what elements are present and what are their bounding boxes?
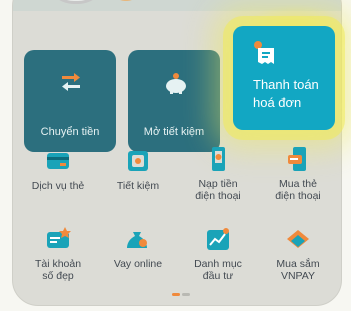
vanity-account-item[interactable]: Tài khoản số đẹp [20,226,96,282]
investment-label: Danh mục [194,258,242,270]
phone-topup-icon [212,147,225,171]
pay-bills-label: Thanh toán hoá đơn [253,76,351,112]
online-loan-label: Vay online [113,258,163,270]
vnpay-shopping-label: Mua sắm [276,258,320,270]
pay-bills-button[interactable]: Thanh toán hoá đơn [233,26,335,130]
vnpay-shopping-label-2: VNPAY [280,270,316,282]
page-indicator [172,293,190,296]
savings-label: Tiết kiệm [116,180,160,192]
pay-bills-label-line1: Thanh toán [253,77,319,92]
page-dot [182,293,190,296]
investment-icon [207,228,229,250]
loan-icon [127,232,147,248]
shopping-icon [287,230,309,248]
buy-phone-card-item[interactable]: Mua thẻ điện thoại [260,146,336,202]
card-services-item[interactable]: Dịch vụ thẻ [20,148,96,192]
transfer-icon [62,73,80,91]
pay-bills-label-line2: hoá đơn [253,95,302,110]
mobile-topup-item[interactable]: Nạp tiền điện thoại [180,146,256,202]
investment-portfolio-item[interactable]: Danh mục đầu tư [180,226,256,282]
investment-label-2: đầu tư [202,270,234,282]
vnpay-shopping-item[interactable]: Mua sắm VNPAY [260,226,336,282]
vanity-account-label-2: số đẹp [42,270,74,282]
vanity-account-label: Tài khoản [34,258,82,270]
page-dot-active [172,293,180,296]
piggy-bank-icon [166,73,186,94]
savings-item[interactable]: Tiết kiệm [100,148,176,192]
buy-phone-card-label-2: điện thoại [275,190,321,202]
phone-card-icon [288,147,306,171]
transfer-label: Chuyển tiền [40,126,100,138]
mobile-topup-label-2: điện thoại [195,190,241,202]
mobile-topup-label: Nạp tiền [198,178,238,190]
card-services-label: Dịch vụ thẻ [31,180,85,192]
transfer-button[interactable]: Chuyển tiền [24,50,116,152]
safe-icon [128,151,148,171]
bill-icon [254,41,274,64]
buy-phone-card-label: Mua thẻ [279,178,317,190]
open-savings-button[interactable]: Mở tiết kiệm [128,50,220,152]
account-number-icon [47,227,71,248]
open-savings-label: Mở tiết kiệm [143,126,205,138]
online-loan-item[interactable]: Vay online [100,226,176,270]
card-icon [47,153,69,169]
